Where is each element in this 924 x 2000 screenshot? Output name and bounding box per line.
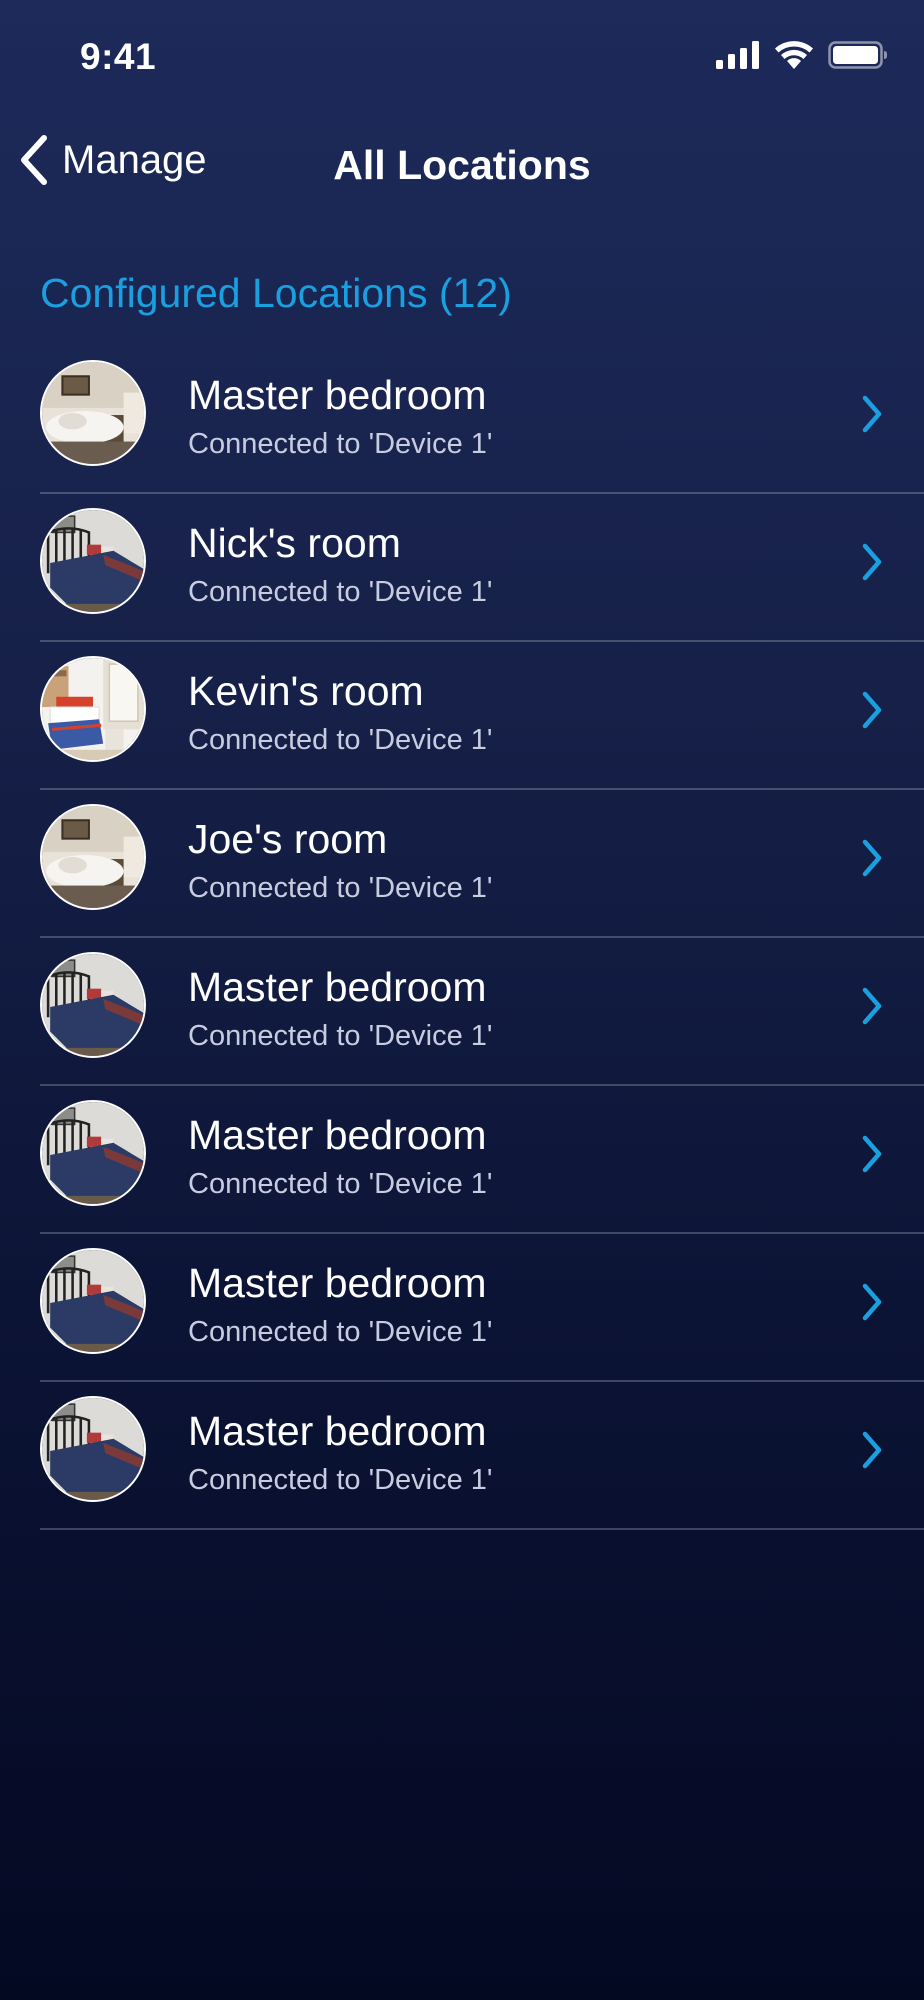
chevron-right-icon [860,394,884,439]
location-row[interactable]: Master bedroom Connected to 'Device 1' [0,1382,924,1530]
location-row[interactable]: Master bedroom Connected to 'Device 1' [0,1086,924,1234]
row-divider [40,1528,924,1530]
location-status: Connected to 'Device 1' [188,1168,493,1200]
chevron-right-icon [860,838,884,883]
location-name: Master bedroom [188,1408,487,1454]
location-name: Nick's room [188,520,401,566]
status-icons [716,40,888,70]
wifi-icon [775,41,813,69]
location-thumbnail [40,952,146,1058]
location-thumbnail [40,508,146,614]
chevron-right-icon [860,986,884,1031]
location-row[interactable]: Nick's room Connected to 'Device 1' [0,494,924,642]
location-thumbnail [40,656,146,762]
location-thumbnail [40,1100,146,1206]
location-status: Connected to 'Device 1' [188,428,493,460]
location-status: Connected to 'Device 1' [188,724,493,756]
location-thumbnail [40,1396,146,1502]
page-title: All Locations [333,142,591,188]
location-row[interactable]: Master bedroom Connected to 'Device 1' [0,1234,924,1382]
location-status: Connected to 'Device 1' [188,576,493,608]
cellular-signal-icon [716,41,759,69]
location-thumbnail [40,1248,146,1354]
location-row[interactable]: Master bedroom Connected to 'Device 1' [0,938,924,1086]
location-thumbnail [40,804,146,910]
chevron-right-icon [860,1282,884,1327]
battery-icon [828,41,887,69]
chevron-right-icon [860,1134,884,1179]
chevron-right-icon [860,542,884,587]
location-status: Connected to 'Device 1' [188,1316,493,1348]
chevron-right-icon [860,1430,884,1475]
navigation-bar: Manage All Locations [0,120,924,210]
location-name: Master bedroom [188,964,487,1010]
location-name: Master bedroom [188,1112,487,1158]
location-row[interactable]: Master bedroom Connected to 'Device 1' [0,346,924,494]
status-bar: 9:41 [0,0,924,110]
location-name: Master bedroom [188,1260,487,1306]
chevron-right-icon [860,690,884,735]
location-row[interactable]: Kevin's room Connected to 'Device 1' [0,642,924,790]
status-time: 9:41 [80,36,157,77]
section-header: Configured Locations (12) [40,270,512,316]
location-status: Connected to 'Device 1' [188,1464,493,1496]
location-name: Master bedroom [188,372,487,418]
location-row[interactable]: Joe's room Connected to 'Device 1' [0,790,924,938]
location-status: Connected to 'Device 1' [188,1020,493,1052]
locations-list: Master bedroom Connected to 'Device 1' Nic… [0,346,924,1530]
location-status: Connected to 'Device 1' [188,872,493,904]
location-name: Joe's room [188,816,388,862]
location-name: Kevin's room [188,668,424,714]
location-thumbnail [40,360,146,466]
